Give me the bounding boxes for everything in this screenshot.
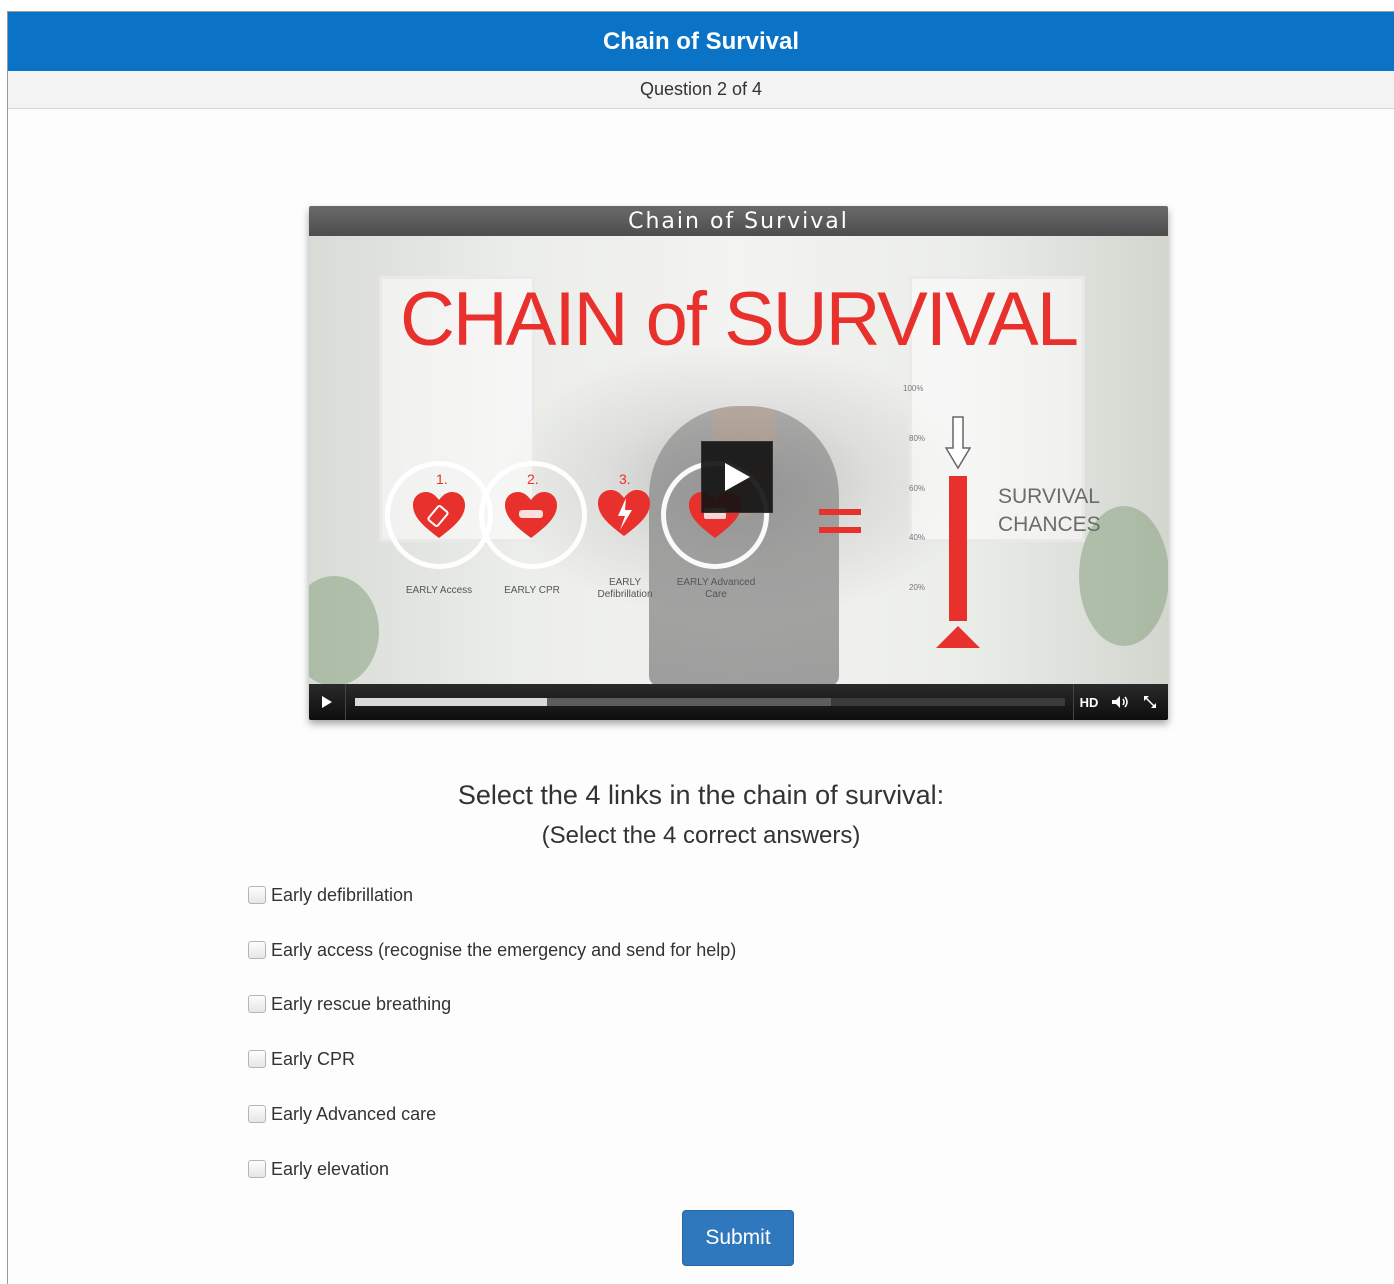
answer-label: Early rescue breathing [271,993,452,1014]
play-button[interactable] [309,684,345,720]
background-plant [309,576,379,686]
answer-label: Early elevation [271,1158,390,1179]
heart-hands-icon [505,492,557,538]
answer-checkbox[interactable] [248,941,266,959]
big-play-button[interactable] [701,441,773,513]
gauge-tick-label: 100% [903,384,924,393]
quiz-title: Chain of Survival [602,27,800,55]
chain-link-number: 3. [619,471,631,487]
chain-link-number: 2. [527,471,539,487]
survival-text-line: CHANCES [998,513,1101,536]
hd-label: HD [1079,694,1099,710]
answer-option[interactable]: Early rescue breathing [248,990,451,1018]
answer-checkbox[interactable] [248,1050,266,1068]
answer-checkbox[interactable] [248,1160,266,1178]
volume-icon [1112,696,1128,708]
video-title-bar: Chain of Survival [309,206,1168,236]
question-prompt: Select the 4 links in the chain of survi… [457,780,945,810]
progress-played [355,698,547,706]
video-progress-bar[interactable] [355,698,1065,706]
video-player[interactable]: Chain of Survival CHAIN of SURVIVAL 1. E… [309,206,1168,720]
video-controls: HD [309,684,1168,720]
answer-option[interactable]: Early elevation [248,1155,389,1183]
chain-link-label: EARLY Defibrillation [597,577,653,600]
gauge-tick-label: 80% [909,434,926,443]
answer-label: Early CPR [271,1048,356,1069]
gauge-tick-label: 40% [909,533,926,542]
answer-option[interactable]: Early Advanced care [248,1100,436,1128]
control-divider [345,684,346,720]
survival-gauge-bar [949,476,967,621]
answer-label: Early access (recognise the emergency an… [271,939,737,960]
slide-heading: CHAIN of SURVIVAL [400,277,1079,362]
heart-phone-icon [413,492,465,538]
answer-label: Early Advanced care [271,1103,437,1124]
video-frame[interactable]: CHAIN of SURVIVAL 1. EARLY Access 2. EAR… [309,236,1168,686]
play-icon [725,463,750,491]
down-arrow-icon [945,416,971,470]
survival-text-line: SURVIVAL [998,485,1100,508]
fullscreen-button[interactable] [1136,684,1164,720]
answer-checkbox[interactable] [248,1105,266,1123]
chain-link-number: 1. [436,471,448,487]
equals-sign [819,509,861,533]
volume-button[interactable] [1106,684,1134,720]
heart-lightning-icon [598,490,650,536]
answer-option[interactable]: Early CPR [248,1045,355,1073]
play-icon [322,696,332,708]
gauge-tick-label: 60% [909,484,926,493]
question-progress: Question 2 of 4 [8,71,1394,109]
survival-chances-text: SURVIVAL CHANCES [998,483,1101,539]
submit-button[interactable]: Submit [682,1210,794,1266]
question-progress-label: Question 2 of 4 [639,79,763,99]
answer-checkbox[interactable] [248,995,266,1013]
question-instruction: (Select the 4 correct answers) [541,822,861,849]
gauge-tick-label: 20% [909,583,926,592]
quiz-frame: Chain of Survival Question 2 of 4 Chain … [7,11,1394,1284]
fullscreen-icon [1144,696,1156,708]
chain-link-label: EARLY Access [405,585,473,596]
chain-link-label: EARLY Advanced Care [676,577,756,600]
answer-option[interactable]: Early access (recognise the emergency an… [248,936,736,964]
chain-link-label: EARLY CPR [504,585,560,596]
answer-option[interactable]: Early defibrillation [248,881,413,909]
submit-label: Submit [705,1226,771,1249]
survival-gauge-base [936,626,980,648]
answer-label: Early defibrillation [271,884,414,905]
video-title: Chain of Survival [628,208,849,234]
hd-button[interactable]: HD [1074,684,1104,720]
quiz-header: Chain of Survival [8,12,1394,71]
answer-checkbox[interactable] [248,886,266,904]
